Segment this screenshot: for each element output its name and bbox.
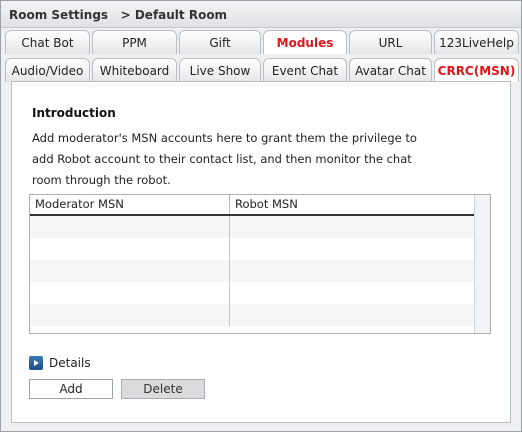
- tab-url[interactable]: URL: [349, 30, 432, 54]
- tab-row-2: Audio/Video Whiteboard Live Show Event C…: [5, 58, 519, 82]
- table-row[interactable]: [30, 282, 474, 304]
- tab-live-show[interactable]: Live Show: [179, 58, 261, 82]
- table-row[interactable]: [30, 238, 474, 260]
- tab-row-1: Chat Bot PPM Gift Modules URL 123LiveHel…: [5, 30, 519, 54]
- msn-grid: Moderator MSN Robot MSN: [29, 194, 491, 334]
- tab-gift[interactable]: Gift: [179, 30, 261, 54]
- breadcrumb: > Default Room: [120, 8, 228, 22]
- table-row[interactable]: [30, 304, 474, 326]
- table-row[interactable]: [30, 216, 474, 238]
- grid-scrollbar[interactable]: [474, 195, 490, 333]
- tab-avatar-chat[interactable]: Avatar Chat: [349, 58, 432, 82]
- details-label: Details: [49, 356, 91, 370]
- moderator-msn-cell: [30, 282, 230, 304]
- play-right-icon: [29, 356, 43, 370]
- tab-crrc-msn[interactable]: CRRC(MSN): [434, 58, 519, 82]
- page-title: Room Settings: [9, 8, 109, 22]
- robot-msn-cell: [230, 304, 474, 326]
- room-settings-window: Room Settings > Default Room Chat Bot PP…: [0, 0, 522, 432]
- title-bar: Room Settings > Default Room: [1, 1, 521, 28]
- tab-event-chat[interactable]: Event Chat: [263, 58, 347, 82]
- tab-ppm[interactable]: PPM: [92, 30, 177, 54]
- moderator-msn-cell: [30, 304, 230, 326]
- tab-audio-video[interactable]: Audio/Video: [5, 58, 90, 82]
- intro-title: Introduction: [32, 106, 116, 120]
- table-row[interactable]: [30, 260, 474, 282]
- robot-msn-cell: [230, 238, 474, 260]
- tab-modules[interactable]: Modules: [263, 30, 347, 54]
- tab-whiteboard[interactable]: Whiteboard: [92, 58, 177, 82]
- robot-msn-cell: [230, 282, 474, 304]
- robot-msn-cell: [230, 216, 474, 238]
- grid-header: Moderator MSN Robot MSN: [30, 195, 474, 216]
- delete-button[interactable]: Delete: [121, 379, 205, 399]
- add-button[interactable]: Add: [29, 379, 113, 399]
- intro-text: Add moderator's MSN accounts here to gra…: [32, 131, 417, 187]
- moderator-msn-cell: [30, 260, 230, 282]
- column-header-robot-msn[interactable]: Robot MSN: [230, 195, 474, 214]
- details-toggle[interactable]: Details: [29, 356, 91, 370]
- grid-body: [30, 216, 474, 333]
- moderator-msn-cell: [30, 216, 230, 238]
- column-header-moderator-msn[interactable]: Moderator MSN: [30, 195, 230, 214]
- robot-msn-cell: [230, 260, 474, 282]
- content-panel: Introduction Add moderator's MSN account…: [11, 81, 511, 423]
- tab-chat-bot[interactable]: Chat Bot: [5, 30, 90, 54]
- moderator-msn-cell: [30, 238, 230, 260]
- tab-123livehelp[interactable]: 123LiveHelp: [434, 30, 519, 54]
